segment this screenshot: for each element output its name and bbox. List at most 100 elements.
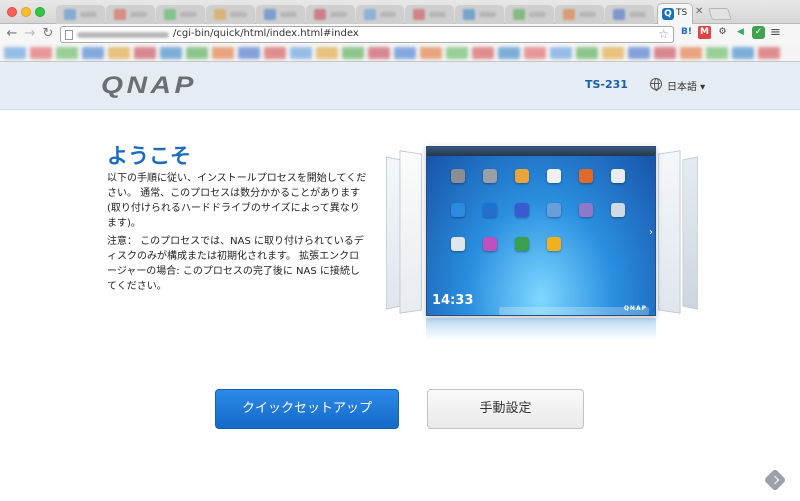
photo-icon xyxy=(579,203,593,217)
quick-setup-button[interactable]: クイックセットアップ xyxy=(215,389,399,429)
bookmark-item[interactable] xyxy=(524,47,546,59)
browser-tab[interactable] xyxy=(56,5,105,24)
bookmark-item[interactable] xyxy=(212,47,234,59)
browser-tab[interactable] xyxy=(305,5,355,24)
bookmark-item[interactable] xyxy=(602,47,624,59)
bookmark-item[interactable] xyxy=(680,47,702,59)
bookmark-item[interactable] xyxy=(316,47,338,59)
blurred-tabs xyxy=(56,5,655,24)
back-arrow-icon[interactable]: ← xyxy=(5,26,19,42)
bookmark-item[interactable] xyxy=(56,47,78,59)
cloud-icon xyxy=(451,203,465,217)
browser-tab[interactable] xyxy=(155,5,205,24)
browser-tab[interactable] xyxy=(405,5,455,24)
preview-screen: 14:33 QNAP › xyxy=(426,146,656,316)
bookmark-item[interactable] xyxy=(394,47,416,59)
browser-tab[interactable] xyxy=(505,5,555,24)
browser-tab[interactable] xyxy=(355,5,405,24)
zoom-window-button[interactable] xyxy=(35,7,45,17)
nas-desktop-preview: 14:33 QNAP › xyxy=(384,146,700,342)
browser-tab[interactable] xyxy=(605,5,655,24)
storage-manager-icon xyxy=(483,169,497,183)
close-window-button[interactable] xyxy=(7,7,17,17)
send-extension-icon[interactable]: ◀ xyxy=(734,26,747,39)
bookmark-item[interactable] xyxy=(368,47,390,59)
preview-clock: 14:33 xyxy=(432,293,474,308)
gear-extension-icon[interactable]: ⚙ xyxy=(716,26,729,39)
bookmark-item[interactable] xyxy=(264,47,286,59)
player-icon xyxy=(547,237,561,251)
bookmark-item[interactable] xyxy=(628,47,650,59)
page-icon xyxy=(65,30,73,40)
helpdesk-icon xyxy=(451,237,465,251)
browser-tab[interactable] xyxy=(105,5,155,24)
bookmark-item[interactable] xyxy=(576,47,598,59)
qnap-header: QNAP TS-231 日本語 ▾ xyxy=(0,62,800,110)
preview-side-panel xyxy=(399,150,423,314)
grid-icon xyxy=(547,203,561,217)
bookmark-item[interactable] xyxy=(472,47,494,59)
preview-side-panel xyxy=(682,156,698,310)
browser-tab-bar: Q TS ✕ xyxy=(0,0,800,24)
bookmark-item[interactable] xyxy=(732,47,754,59)
language-selector[interactable]: 日本語 ▾ xyxy=(667,78,705,93)
minimize-window-button[interactable] xyxy=(21,7,31,17)
hatena-bookmark-extension-icon[interactable]: B! xyxy=(680,26,693,39)
preview-side-panel xyxy=(657,150,681,314)
address-bar[interactable]: /cgi-bin/quick/html/index.html#index ☆ xyxy=(60,26,674,43)
music-icon xyxy=(483,237,497,251)
browser-tab[interactable] xyxy=(205,5,255,24)
active-tab[interactable]: Q TS xyxy=(657,3,693,24)
bookmark-item[interactable] xyxy=(186,47,208,59)
new-tab-button[interactable] xyxy=(708,8,732,20)
help-icon xyxy=(611,203,625,217)
bookmark-item[interactable] xyxy=(446,47,468,59)
bookmark-item[interactable] xyxy=(30,47,52,59)
bookmark-item[interactable] xyxy=(134,47,156,59)
welcome-note: 注意： このプロセスでは、NAS に取り付けられているディスクのみが構成または初… xyxy=(107,236,364,292)
network-icon xyxy=(515,203,529,217)
file-station-icon xyxy=(515,169,529,183)
bookmark-item[interactable] xyxy=(550,47,572,59)
bookmark-item[interactable] xyxy=(758,47,780,59)
sync-icon xyxy=(483,203,497,217)
bookmark-item[interactable] xyxy=(290,47,312,59)
browser-tab[interactable] xyxy=(455,5,505,24)
browser-tab[interactable] xyxy=(555,5,605,24)
bookmark-item[interactable] xyxy=(654,47,676,59)
bookmark-item[interactable] xyxy=(420,47,442,59)
active-tab-title: TS xyxy=(676,8,688,18)
menu-icon[interactable]: ≡ xyxy=(770,25,781,40)
bookmark-item[interactable] xyxy=(498,47,520,59)
manual-setup-button[interactable]: 手動設定 xyxy=(427,389,584,429)
bookmark-item[interactable] xyxy=(108,47,130,59)
preview-reflection xyxy=(426,318,656,340)
bookmark-item[interactable] xyxy=(160,47,182,59)
welcome-instructions: 以下の手順に従い、インストールプロセスを開始してください。 通常、このプロセスは… xyxy=(107,173,367,229)
browser-tab[interactable] xyxy=(255,5,305,24)
preview-logo: QNAP xyxy=(623,305,647,312)
bookmark-item[interactable] xyxy=(82,47,104,59)
forward-arrow-icon[interactable]: → xyxy=(23,26,37,42)
feedly-corner-icon[interactable] xyxy=(763,468,787,492)
reload-icon[interactable]: ↻ xyxy=(41,26,55,42)
bookmark-star-icon[interactable]: ☆ xyxy=(658,27,669,41)
bookmark-item[interactable] xyxy=(4,47,26,59)
evernote-extension-icon[interactable]: ✓ xyxy=(752,26,765,39)
gmail-extension-icon[interactable]: M xyxy=(698,26,711,39)
backup-icon xyxy=(579,169,593,183)
chevron-right-icon: › xyxy=(649,227,653,238)
bookmark-item[interactable] xyxy=(342,47,364,59)
bookmark-item[interactable] xyxy=(706,47,728,59)
device-model: TS-231 xyxy=(585,78,628,91)
qnap-logo: QNAP xyxy=(101,72,197,99)
app-center-icon xyxy=(611,169,625,183)
bookmark-item[interactable] xyxy=(238,47,260,59)
close-tab-icon[interactable]: ✕ xyxy=(695,6,703,17)
qnap-favicon-icon: Q xyxy=(662,8,674,20)
video-icon xyxy=(515,237,529,251)
preview-top-bar xyxy=(427,147,655,156)
users-icon xyxy=(547,169,561,183)
control-panel-icon xyxy=(451,169,465,183)
globe-icon[interactable] xyxy=(650,78,662,91)
